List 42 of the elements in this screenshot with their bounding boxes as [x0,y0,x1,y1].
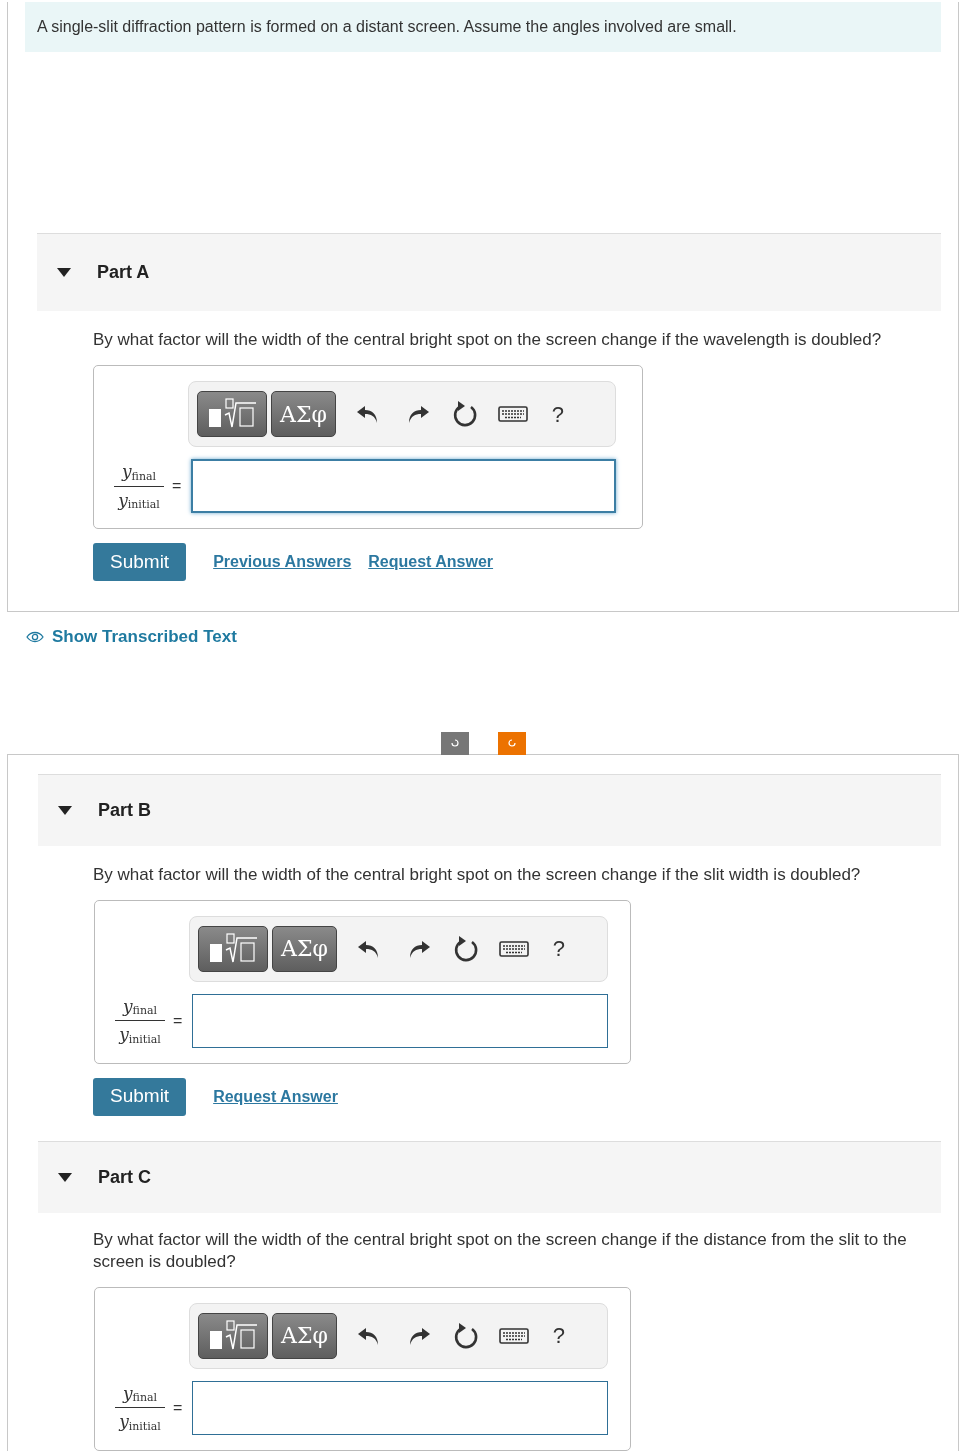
question-text: By what factor will the width of the central bright spot on the screen change if the distance from the slit to the screen is doubled? [93,1228,908,1273]
answer-input[interactable] [192,993,608,1048]
answer-input[interactable] [192,1380,608,1435]
templates-button[interactable] [198,1312,268,1359]
eye-icon [26,630,44,643]
keyboard-icon[interactable] [498,938,529,959]
symbols-button[interactable]: ΑΣφ [271,391,336,437]
equals-sign: = [172,476,182,496]
equals-sign: = [173,1397,183,1418]
transcribed-text-link[interactable]: Show Transcribed Text [52,624,237,650]
help-button[interactable]: ? [546,1319,572,1352]
fraction-label: y$_{final}$ y$_{initial}$ [115,1380,165,1435]
templates-button[interactable] [197,391,267,437]
rotate-button[interactable] [441,731,469,755]
answer-link[interactable]: Request Answer [368,550,494,574]
fraction-label: y$_{final}$ y$_{initial}$ [115,993,165,1048]
answer-link[interactable]: Request Answer [213,1084,338,1109]
rotate-icon [450,738,460,748]
fraction-label: y$_{final}$ y$_{initial}$ [114,459,164,513]
answer-link[interactable]: Previous Answers [213,550,352,574]
part-title: Part C [98,1165,151,1189]
expand-toggle[interactable] [58,805,72,815]
symbols-button[interactable]: ΑΣφ [272,1312,337,1359]
help-button[interactable]: ? [545,397,571,431]
keyboard-icon[interactable] [497,404,528,424]
question-text: By what factor will the width of the central bright spot on the screen change if the slit width is doubled? [93,863,862,886]
part-title: Part A [97,261,150,284]
submit-button[interactable]: Submit [93,1077,187,1116]
answer-input[interactable] [191,459,616,513]
rotate-button[interactable] [498,731,526,755]
expand-toggle[interactable] [58,1172,72,1182]
templates-button[interactable] [198,925,268,972]
symbols-button[interactable]: ΑΣφ [272,925,337,972]
keyboard-icon[interactable] [498,1325,529,1346]
part-title: Part B [98,798,151,822]
submit-button[interactable]: Submit [93,543,187,581]
equals-sign: = [173,1010,183,1031]
help-button[interactable]: ? [546,932,572,965]
question-text: By what factor will the width of the central bright spot on the screen change if the wavelength is doubled? [93,329,883,351]
intro-text: A single-slit diffraction pattern is formed on a distant screen. Assume the angles involved are small. [25,2,941,52]
rotate-icon [507,738,517,748]
expand-toggle[interactable] [57,268,71,277]
